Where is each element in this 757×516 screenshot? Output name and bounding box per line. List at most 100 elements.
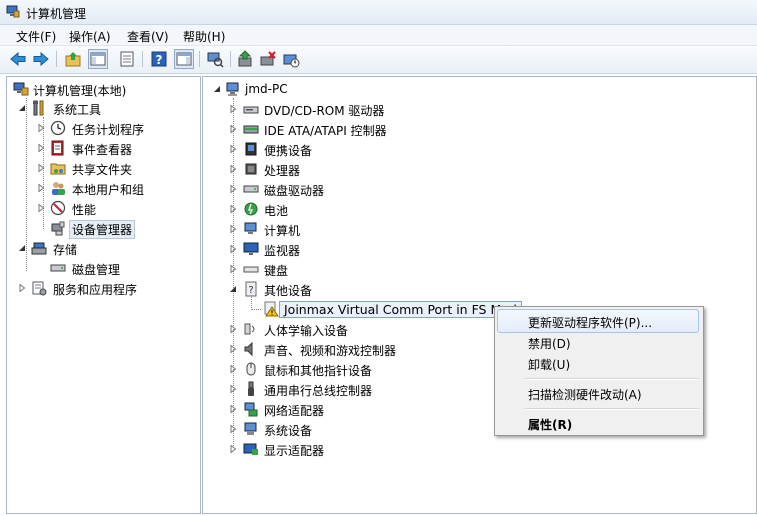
menu-action[interactable]: 操作(A) xyxy=(69,28,111,45)
collapsed-arrow-icon[interactable] xyxy=(37,124,45,132)
menu-separator xyxy=(525,378,699,380)
menu-item-disable[interactable]: 禁用(D) xyxy=(498,331,698,353)
system-device-icon xyxy=(243,421,259,437)
device-category-battery[interactable]: 电池 xyxy=(203,200,743,218)
tree-label: 计算机管理(本地) xyxy=(33,84,127,98)
collapsed-arrow-icon[interactable] xyxy=(229,185,237,193)
expanded-arrow-icon[interactable] xyxy=(18,244,26,252)
menu-help[interactable]: 帮助(H) xyxy=(183,28,225,45)
device-category-ide[interactable]: IDE ATA/ATAPI 控制器 xyxy=(203,120,743,138)
device-category-monitor[interactable]: 监视器 xyxy=(203,240,743,258)
tree-label: 事件查看器 xyxy=(72,143,133,157)
collapsed-arrow-icon[interactable] xyxy=(37,144,45,152)
device-tree-pane[interactable]: jmd-PC DVD/CD-ROM 驱动器 IDE ATA/ATAPI 控制器 便携… xyxy=(202,76,757,514)
collapsed-arrow-icon[interactable] xyxy=(229,365,237,373)
event-log-icon xyxy=(50,140,66,156)
expanded-arrow-icon[interactable] xyxy=(18,104,26,112)
scan-hardware-icon[interactable] xyxy=(206,50,224,68)
tree-item-task-scheduler[interactable]: 任务计划程序 xyxy=(7,119,199,137)
menu-item-uninstall[interactable]: 卸载(U) xyxy=(498,352,698,374)
tree-item-local-users[interactable]: 本地用户和组 xyxy=(7,179,199,197)
device-category-computer[interactable]: 计算机 xyxy=(203,220,743,238)
collapsed-arrow-icon[interactable] xyxy=(229,145,237,153)
battery-icon xyxy=(243,201,259,217)
collapsed-arrow-icon[interactable] xyxy=(229,225,237,233)
warning-device-icon xyxy=(263,301,279,317)
collapsed-arrow-icon[interactable] xyxy=(229,345,237,353)
collapsed-arrow-icon[interactable] xyxy=(229,405,237,413)
collapsed-arrow-icon[interactable] xyxy=(37,184,45,192)
mouse-icon xyxy=(243,361,259,377)
keyboard-icon xyxy=(243,261,259,277)
processor-icon xyxy=(243,161,259,177)
menu-file[interactable]: 文件(F) xyxy=(16,28,56,45)
show-tree-icon[interactable] xyxy=(88,49,108,69)
expanded-arrow-icon[interactable] xyxy=(213,85,221,93)
unknown-device-icon: ? xyxy=(243,281,259,297)
help-icon[interactable]: ? xyxy=(150,50,168,68)
computer-management-icon xyxy=(6,5,20,18)
device-tree-root[interactable]: jmd-PC xyxy=(203,80,743,98)
storage-icon xyxy=(31,240,47,256)
hid-icon xyxy=(243,321,259,337)
computer-icon xyxy=(225,81,241,97)
update-driver-icon[interactable] xyxy=(236,50,254,68)
collapsed-arrow-icon[interactable] xyxy=(229,265,237,273)
menu-view[interactable]: 查看(V) xyxy=(127,28,169,45)
collapsed-arrow-icon[interactable] xyxy=(229,385,237,393)
disk-management-icon xyxy=(50,260,66,276)
collapsed-arrow-icon[interactable] xyxy=(229,325,237,333)
title-bar: 计算机管理 xyxy=(0,0,757,25)
tree-item-event-viewer[interactable]: 事件查看器 xyxy=(7,139,199,157)
svg-text:?: ? xyxy=(248,285,253,296)
collapsed-arrow-icon[interactable] xyxy=(229,205,237,213)
disable-icon[interactable] xyxy=(282,50,300,68)
clock-icon xyxy=(50,120,66,136)
monitor-icon xyxy=(243,241,259,257)
tree-item-disk-management[interactable]: 磁盘管理 xyxy=(7,259,199,277)
collapsed-arrow-icon[interactable] xyxy=(37,204,45,212)
tree-item-device-manager[interactable]: 设备管理器 xyxy=(7,219,199,239)
tree-label: 人体学输入设备 xyxy=(264,324,349,338)
device-category-dvd[interactable]: DVD/CD-ROM 驱动器 xyxy=(203,100,743,118)
menu-item-properties[interactable]: 属性(R) xyxy=(498,412,698,434)
tree-item-computer-management[interactable]: 计算机管理(本地) xyxy=(7,80,199,98)
sound-icon xyxy=(243,341,259,357)
tree-item-storage[interactable]: 存储 xyxy=(7,239,199,257)
tree-label: 磁盘管理 xyxy=(72,263,121,277)
menu-item-scan-hardware[interactable]: 扫描检测硬件改动(A) xyxy=(498,382,698,404)
device-category-keyboard[interactable]: 键盘 xyxy=(203,260,743,278)
back-arrow-icon[interactable] xyxy=(9,50,27,68)
tree-item-shared-folders[interactable]: 共享文件夹 xyxy=(7,159,199,177)
tree-label: 任务计划程序 xyxy=(72,123,145,137)
device-category-portable[interactable]: 便携设备 xyxy=(203,140,743,158)
device-category-other[interactable]: ? 其他设备 xyxy=(203,280,743,298)
tree-item-system-tools[interactable]: 系统工具 xyxy=(7,99,199,117)
collapsed-arrow-icon[interactable] xyxy=(229,445,237,453)
uninstall-icon[interactable] xyxy=(259,50,277,68)
show-action-pane-icon[interactable] xyxy=(174,49,194,69)
tree-item-services-apps[interactable]: 服务和应用程序 xyxy=(7,279,199,297)
collapsed-arrow-icon[interactable] xyxy=(18,284,26,292)
collapsed-arrow-icon[interactable] xyxy=(229,165,237,173)
window-title: 计算机管理 xyxy=(26,7,87,21)
performance-icon xyxy=(50,200,66,216)
collapsed-arrow-icon[interactable] xyxy=(37,164,45,172)
computer-name: jmd-PC xyxy=(245,82,288,96)
up-folder-icon[interactable] xyxy=(64,50,82,68)
expanded-arrow-icon[interactable] xyxy=(229,285,237,293)
tree-item-performance[interactable]: 性能 xyxy=(7,199,199,217)
menu-item-update-driver[interactable]: 更新驱动程序软件(P)... xyxy=(497,309,699,333)
device-category-processor[interactable]: 处理器 xyxy=(203,160,743,178)
collapsed-arrow-icon[interactable] xyxy=(229,425,237,433)
navigation-tree-pane[interactable]: 计算机管理(本地) 系统工具 任务计划程序 事件查看器 共享文件夹 本地用户和组… xyxy=(6,76,201,514)
forward-arrow-icon[interactable] xyxy=(32,50,50,68)
display-adapter-icon xyxy=(243,441,259,457)
properties-icon[interactable] xyxy=(118,50,136,68)
collapsed-arrow-icon[interactable] xyxy=(229,105,237,113)
device-category-display[interactable]: 显示适配器 xyxy=(203,440,743,458)
collapsed-arrow-icon[interactable] xyxy=(229,125,237,133)
device-category-disk[interactable]: 磁盘驱动器 xyxy=(203,180,743,198)
tree-label: 声音、视频和游戏控制器 xyxy=(264,344,397,358)
collapsed-arrow-icon[interactable] xyxy=(229,245,237,253)
